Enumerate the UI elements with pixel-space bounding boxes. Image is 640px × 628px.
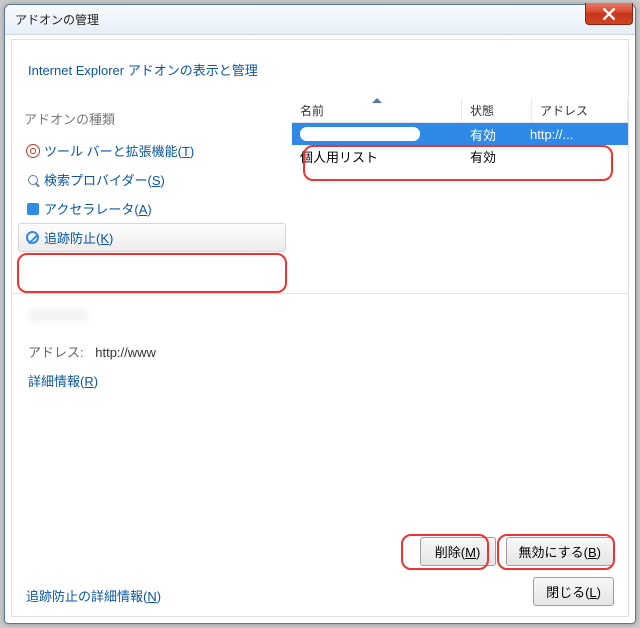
redacted-text bbox=[300, 127, 420, 141]
column-header-name[interactable]: 名前 bbox=[292, 99, 462, 122]
sidebar-item-label: ツール バーと拡張機能(T) bbox=[44, 141, 194, 160]
list-header: 名前 状態 アドレス bbox=[292, 99, 628, 123]
sidebar-item-label: アクセラレータ(A) bbox=[44, 199, 152, 218]
details-address-value: http://www bbox=[95, 345, 156, 360]
footer: 削除(M) 無効にする(B) 追跡防止の詳細情報(N) 閉じる(L) bbox=[12, 576, 628, 616]
more-info-link[interactable]: 詳細情報(R) bbox=[28, 371, 98, 390]
column-header-status[interactable]: 状態 bbox=[462, 99, 532, 122]
redacted-text bbox=[28, 308, 88, 322]
sidebar-item-accelerators[interactable]: アクセラレータ(A) bbox=[18, 194, 286, 223]
details-pane: アドレス: http://www 詳細情報(R) bbox=[12, 294, 628, 574]
search-icon bbox=[25, 172, 40, 187]
content-area: Internet Explorer アドオンの表示と管理 アドオンの種類 ツール… bbox=[11, 39, 629, 617]
middle-pane: アドオンの種類 ツール バーと拡張機能(T) 検索プロバイダー(S) アクセラレ… bbox=[12, 99, 628, 294]
action-buttons: 削除(M) 無効にする(B) bbox=[420, 537, 614, 566]
header-description: Internet Explorer アドオンの表示と管理 bbox=[12, 40, 628, 99]
details-address-label: アドレス: bbox=[28, 345, 84, 360]
sidebar-item-toolbars[interactable]: ツール バーと拡張機能(T) bbox=[18, 136, 286, 165]
column-header-address[interactable]: アドレス bbox=[532, 99, 628, 122]
list-pane: 名前 状態 アドレス 有効 http://... 個人用リスト 有効 bbox=[292, 99, 628, 293]
cell-status: 有効 bbox=[462, 125, 522, 144]
header-link-text[interactable]: Internet Explorer アドオンの表示と管理 bbox=[28, 63, 258, 78]
details-address-row: アドレス: http://www bbox=[28, 342, 612, 361]
sidebar-title: アドオンの種類 bbox=[24, 109, 280, 128]
delete-button[interactable]: 削除(M) bbox=[420, 537, 496, 566]
gear-icon bbox=[25, 143, 40, 158]
close-button[interactable]: 閉じる(L) bbox=[533, 577, 614, 606]
sidebar-item-tracking-protection[interactable]: 追跡防止(K) bbox=[18, 223, 286, 252]
list-row[interactable]: 個人用リスト 有効 bbox=[292, 145, 628, 167]
sidebar-item-search-providers[interactable]: 検索プロバイダー(S) bbox=[18, 165, 286, 194]
block-icon bbox=[25, 230, 40, 245]
cell-address: http://... bbox=[522, 127, 628, 142]
sidebar-item-label: 検索プロバイダー(S) bbox=[44, 170, 165, 189]
sidebar: アドオンの種類 ツール バーと拡張機能(T) 検索プロバイダー(S) アクセラレ… bbox=[12, 99, 292, 293]
accelerator-icon bbox=[25, 201, 40, 216]
titlebar[interactable]: アドオンの管理 bbox=[5, 5, 635, 35]
close-window-button[interactable] bbox=[585, 3, 633, 25]
close-icon bbox=[603, 8, 615, 20]
cell-name bbox=[292, 127, 462, 141]
list-row[interactable]: 有効 http://... bbox=[292, 123, 628, 145]
sort-ascending-icon bbox=[372, 98, 382, 103]
cell-status: 有効 bbox=[462, 147, 522, 166]
dialog-window: アドオンの管理 Internet Explorer アドオンの表示と管理 アドオ… bbox=[4, 4, 636, 624]
disable-button[interactable]: 無効にする(B) bbox=[506, 537, 614, 566]
window-title: アドオンの管理 bbox=[15, 11, 99, 28]
cell-name: 個人用リスト bbox=[292, 147, 462, 166]
tracking-protection-info-link[interactable]: 追跡防止の詳細情報(N) bbox=[26, 589, 161, 604]
sidebar-item-label: 追跡防止(K) bbox=[44, 228, 113, 247]
